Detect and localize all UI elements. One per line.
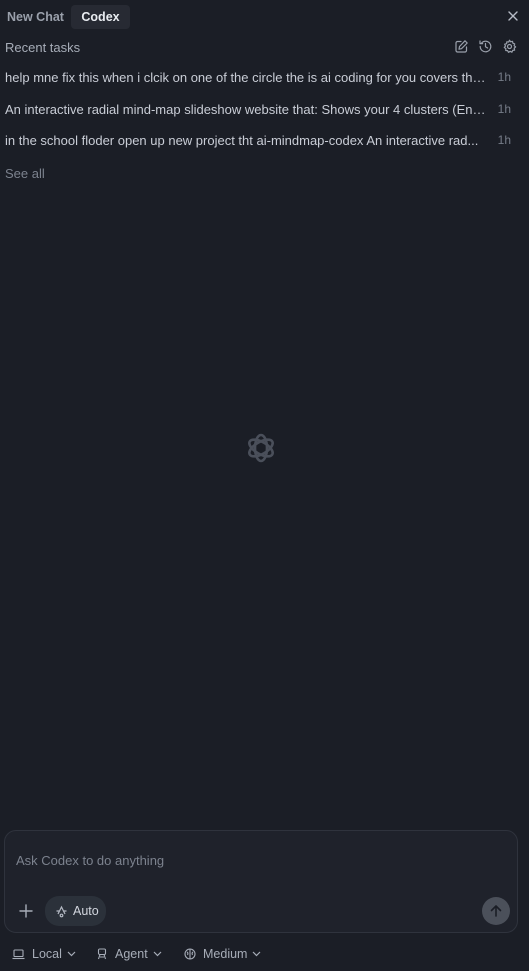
task-item[interactable]: help mne fix this when i clcik on one of… xyxy=(5,67,520,89)
openai-logo-icon xyxy=(240,427,282,469)
history-icon[interactable] xyxy=(478,39,493,54)
chevron-down-icon xyxy=(153,951,162,957)
task-item[interactable]: An interactive radial mind-map slideshow… xyxy=(5,99,520,121)
brain-icon xyxy=(184,948,196,960)
reasoning-effort-dropdown[interactable]: Medium xyxy=(184,947,261,961)
task-time: 1h xyxy=(497,70,511,84)
environment-label: Local xyxy=(32,947,62,961)
agent-label: Agent xyxy=(115,947,148,961)
close-icon[interactable] xyxy=(506,9,520,23)
agent-dropdown[interactable]: Agent xyxy=(96,947,162,961)
codex-panel: New Chat Codex Recent tasks help mne fix… xyxy=(0,0,529,971)
laptop-icon xyxy=(12,948,25,960)
tab-codex[interactable]: Codex xyxy=(71,5,130,29)
task-title: help mne fix this when i clcik on one of… xyxy=(5,70,487,85)
add-attachment-button[interactable] xyxy=(15,900,37,922)
see-all-link[interactable]: See all xyxy=(5,166,45,181)
task-time: 1h xyxy=(497,102,511,116)
chevron-down-icon xyxy=(67,951,76,957)
tab-bar: New Chat Codex xyxy=(0,0,529,35)
send-button[interactable] xyxy=(482,897,510,925)
task-time: 1h xyxy=(497,133,511,147)
agent-icon xyxy=(96,948,108,960)
gear-icon[interactable] xyxy=(502,39,517,54)
recent-tasks-title: Recent tasks xyxy=(5,40,81,55)
task-item[interactable]: in the school floder open up new project… xyxy=(5,130,520,152)
approval-mode-label: Auto xyxy=(73,904,99,918)
prompt-input[interactable] xyxy=(16,850,456,870)
environment-dropdown[interactable]: Local xyxy=(12,947,76,961)
new-task-icon[interactable] xyxy=(454,39,469,54)
footer-toolbar: Local Agent Medium xyxy=(0,942,529,968)
auto-mode-icon xyxy=(56,905,67,917)
task-title: in the school floder open up new project… xyxy=(5,133,479,148)
approval-mode-chip[interactable]: Auto xyxy=(45,896,106,926)
arrow-up-icon xyxy=(490,905,502,917)
reasoning-effort-label: Medium xyxy=(203,947,248,961)
chevron-down-icon xyxy=(252,951,261,957)
task-title: An interactive radial mind-map slideshow… xyxy=(5,102,487,117)
composer: Auto xyxy=(4,830,518,933)
plus-icon xyxy=(19,904,33,918)
tab-new-chat[interactable]: New Chat xyxy=(0,5,71,29)
